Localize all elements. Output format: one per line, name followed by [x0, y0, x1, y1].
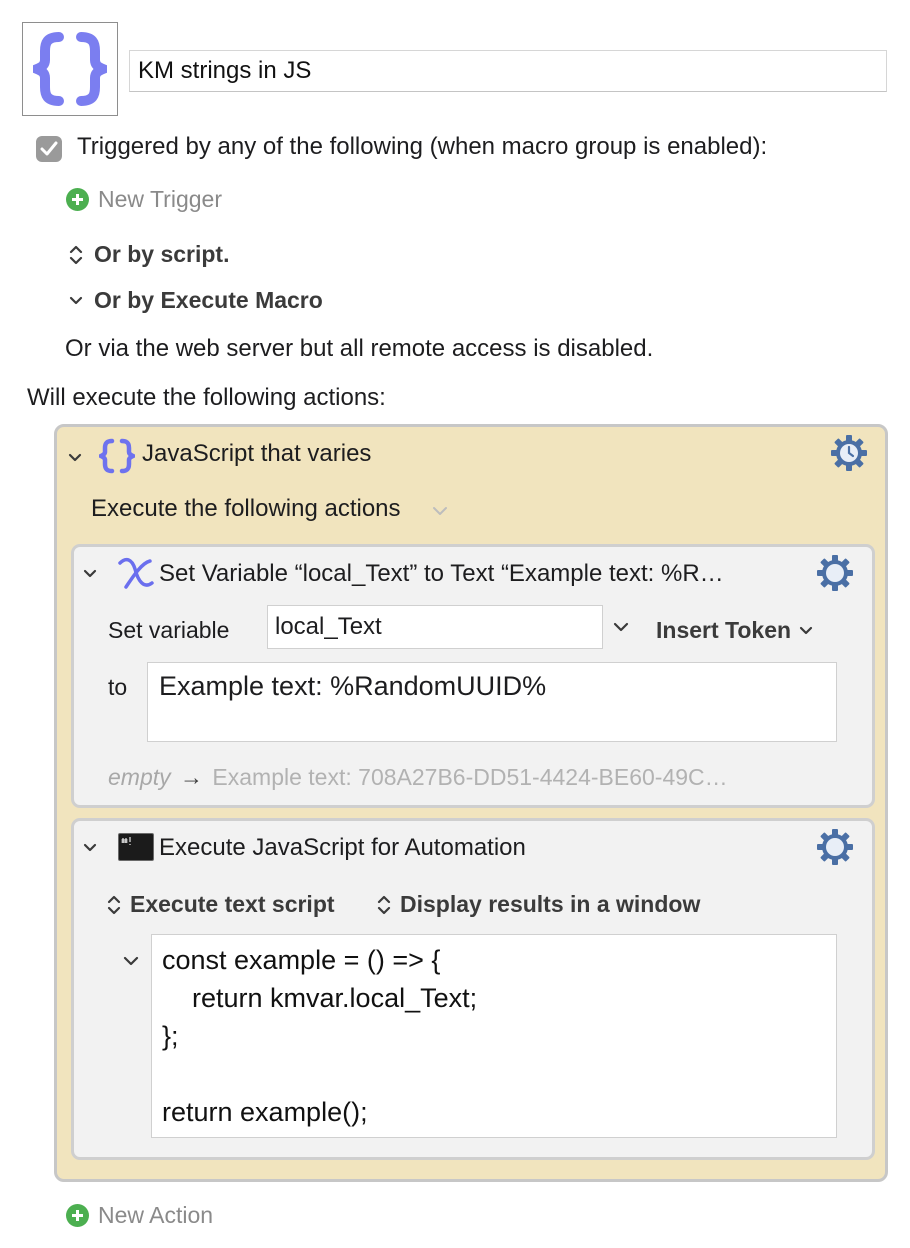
code-line: const example = () => { [162, 945, 441, 975]
set-variable-label: Set variable [108, 617, 230, 643]
results-popup[interactable]: Display results in a window [377, 891, 700, 918]
preview-result: Example text: 708A27B6-DD51-4424-BE60-49… [212, 764, 728, 790]
curly-braces-icon [99, 438, 135, 474]
chevron-down-icon [69, 296, 83, 304]
up-down-chevron-icon [107, 895, 121, 914]
to-label: to [108, 674, 128, 700]
group-mode-label: Execute the following actions [91, 495, 401, 522]
group-action-title: JavaScript that varies [142, 440, 372, 467]
insert-token-menu[interactable]: Insert Token [656, 617, 814, 644]
execute-jxa-action[interactable]: Execute JavaScript for Automation Execut… [71, 818, 875, 1160]
triggers-enabled-checkbox[interactable] [36, 136, 62, 162]
chevron-down-icon[interactable] [67, 452, 83, 464]
new-action-button[interactable]: New Action [66, 1202, 213, 1229]
or-by-execute-macro-disclosure[interactable]: Or by Execute Macro [68, 287, 323, 314]
or-by-execute-macro-label: Or by Execute Macro [94, 287, 323, 313]
checkmark-icon [40, 141, 58, 156]
web-server-note: Or via the web server but all remote acc… [65, 335, 654, 362]
preview-empty-label: empty [108, 764, 171, 790]
chevron-down-icon[interactable] [82, 842, 98, 854]
plus-circle-icon [66, 188, 89, 211]
text-value-field[interactable]: Example text: %RandomUUID% [147, 662, 837, 742]
new-trigger-label: New Trigger [98, 186, 222, 212]
actions-heading: Will execute the following actions: [27, 384, 386, 411]
variable-x-icon [118, 557, 154, 589]
macro-name-field[interactable]: KM strings in JS [129, 50, 887, 92]
insert-token-label: Insert Token [656, 617, 792, 643]
terminal-icon [118, 833, 154, 861]
up-down-chevron-icon [69, 245, 83, 264]
set-variable-action[interactable]: Set Variable “local_Text” to Text “Examp… [71, 544, 875, 808]
gear-icon[interactable] [816, 554, 854, 592]
plus-circle-icon [66, 1204, 89, 1227]
variable-name-popup-chevron-icon[interactable] [612, 620, 630, 634]
gear-icon[interactable] [830, 434, 868, 472]
chevron-down-icon [432, 507, 447, 515]
group-action[interactable]: JavaScript that varies Execute the follo… [54, 424, 888, 1182]
or-by-script-disclosure[interactable]: Or by script. [68, 241, 229, 268]
up-down-chevron-icon [377, 895, 391, 914]
or-by-script-label: Or by script. [94, 241, 230, 267]
group-mode-popup[interactable]: Execute the following actions [91, 495, 449, 523]
arrow-icon: → [180, 764, 204, 790]
text-preview: empty → Example text: 708A27B6-DD51-4424… [108, 764, 728, 791]
set-variable-title: Set Variable “local_Text” to Text “Examp… [159, 560, 724, 587]
new-trigger-button[interactable]: New Trigger [66, 186, 222, 213]
script-source-popup[interactable]: Execute text script [107, 891, 335, 918]
gear-icon[interactable] [816, 828, 854, 866]
script-source-label: Execute text script [130, 891, 335, 917]
chevron-down-icon[interactable] [82, 568, 98, 580]
curly-braces-icon [33, 32, 107, 106]
jxa-action-title: Execute JavaScript for Automation [159, 834, 526, 861]
results-label: Display results in a window [400, 891, 701, 917]
code-line: return kmvar.local_Text; [162, 983, 478, 1013]
code-line: }; [162, 1021, 179, 1051]
script-editor[interactable]: const example = () => { return kmvar.loc… [151, 934, 837, 1138]
code-line: return example(); [162, 1097, 368, 1127]
triggers-enabled-label: Triggered by any of the following (when … [77, 133, 768, 160]
macro-icon[interactable] [22, 22, 118, 116]
new-action-label: New Action [98, 1202, 214, 1228]
variable-name-field[interactable]: local_Text [267, 605, 603, 649]
chevron-down-icon [799, 626, 813, 634]
chevron-down-icon[interactable] [122, 954, 140, 968]
